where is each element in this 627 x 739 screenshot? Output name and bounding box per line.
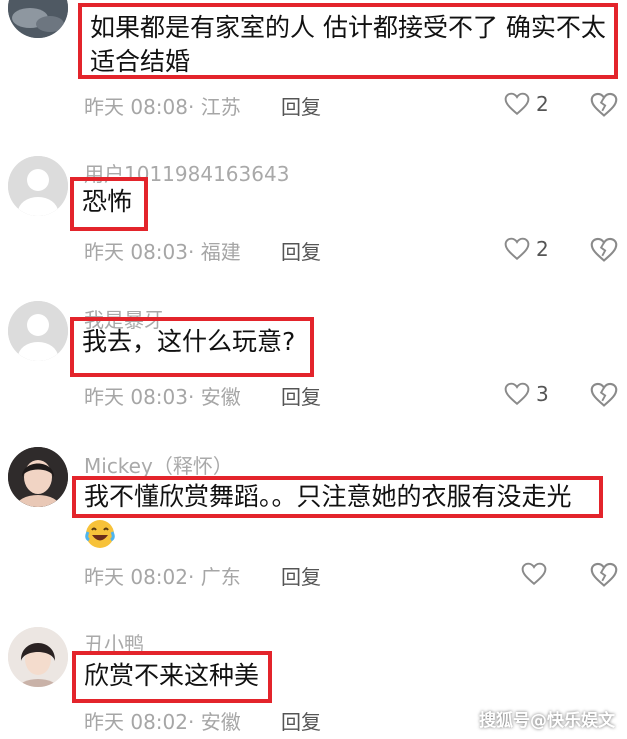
like-button[interactable]: 3 [504,380,549,408]
comment-time: 昨天 08:02 [84,565,188,589]
default-avatar-icon[interactable] [8,301,68,361]
like-button[interactable]: 2 [504,235,549,263]
comment-text-box: 如果都是有家室的人 估计都接受不了 确实不太适合结婚 [78,3,618,79]
comment-text-box: 恐怖 [70,177,148,231]
comment-meta: 昨天 08:03· 安徽 [84,381,241,410]
like-count: 2 [536,92,549,116]
comment-text: 欣赏不来这种美 [84,661,260,690]
laughing-crying-emoji-icon [85,520,115,548]
comment-meta: 昨天 08:02· 广东 [84,561,241,590]
comment-text-box: 我去，这什么玩意? [70,317,314,377]
like-count: 2 [536,237,549,261]
like-button[interactable]: 2 [504,90,549,118]
comment-time: 昨天 08:03 [84,385,188,409]
broken-heart-icon[interactable] [590,236,618,264]
comment-text-box: 我不懂欣赏舞蹈。。只注意她的衣服有没走光 [72,476,603,518]
default-avatar-icon[interactable] [8,156,68,216]
reply-button[interactable]: 回复 [281,706,321,735]
comment-meta: 昨天 08:08· 江苏 [84,91,241,120]
heart-icon [521,562,547,586]
reply-button[interactable]: 回复 [281,561,321,590]
user-avatar[interactable] [8,0,68,38]
comment-location: · 安徽 [188,385,241,409]
like-button[interactable] [521,560,547,588]
comment-text: 我去，这什么玩意? [82,327,296,356]
heart-icon [504,382,530,406]
comment-text-box: 欣赏不来这种美 [72,651,272,703]
watermark: 搜狐号@快乐娱文 [479,711,615,731]
reply-button[interactable]: 回复 [281,381,321,410]
broken-heart-icon[interactable] [590,91,618,119]
comment-text: 我不懂欣赏舞蹈。。只注意她的衣服有没走光 [84,482,572,511]
username[interactable]: Mickey（释怀） [84,450,233,479]
broken-heart-icon[interactable] [590,561,618,589]
user-avatar[interactable] [8,627,68,687]
broken-heart-icon[interactable] [590,381,618,409]
user-avatar[interactable] [8,447,68,507]
comment-meta: 昨天 08:03· 福建 [84,236,241,265]
comment-location: · 安徽 [188,710,241,734]
comment-time: 昨天 08:03 [84,240,188,264]
comment-location: · 广东 [188,565,241,589]
heart-icon [504,92,530,116]
comment-location: · 江苏 [188,95,241,119]
reply-button[interactable]: 回复 [281,236,321,265]
comment-meta: 昨天 08:02· 安徽 [84,706,241,735]
comment-location: · 福建 [188,240,241,264]
heart-icon [504,237,530,261]
comment-text: 如果都是有家室的人 估计都接受不了 确实不太适合结婚 [90,13,606,76]
comment-time: 昨天 08:08 [84,95,188,119]
comment-text: 恐怖 [82,187,133,216]
like-count: 3 [536,382,549,406]
comment-time: 昨天 08:02 [84,710,188,734]
reply-button[interactable]: 回复 [281,91,321,120]
